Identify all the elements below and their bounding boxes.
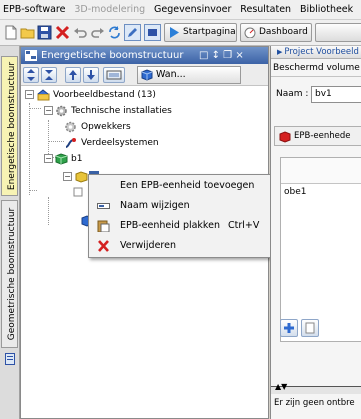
tree-guide-line bbox=[48, 141, 64, 142]
paste-clipboard-icon bbox=[97, 220, 110, 232]
menu-item-epb-toevoegen[interactable]: Een EPB-eenheid toevoegen bbox=[89, 176, 273, 196]
tab-energetische-boomstructuur[interactable]: Energetische boomstructuur bbox=[1, 56, 18, 196]
splitter-arrows-icon: ▲▼ bbox=[275, 382, 288, 391]
panel-title-bar: Energetische boomstructuur □ ↕ ❐ × bbox=[21, 47, 268, 64]
play-arrow-icon bbox=[170, 27, 179, 38]
collapse-all-icon[interactable] bbox=[41, 67, 57, 83]
beschermd-volume-label: Beschermd volume bbox=[273, 63, 360, 73]
tab-geometrische-boomstructuur[interactable]: Geometrische boomstructuur bbox=[1, 200, 18, 348]
new-file-icon[interactable] bbox=[3, 25, 18, 40]
menu-item-label: Verwijderen bbox=[120, 240, 176, 251]
view-toggle-icon[interactable] bbox=[103, 67, 125, 83]
status-message: Er zijn geen ontbre bbox=[274, 398, 355, 408]
menu-item-label: Naam wijzigen bbox=[120, 200, 190, 211]
tree-guide-line bbox=[29, 108, 41, 109]
save-icon[interactable] bbox=[37, 25, 52, 40]
epb-units-list[interactable]: obe1 bbox=[280, 157, 361, 342]
wall-cube-icon bbox=[141, 69, 153, 81]
collapse-toggle[interactable]: − bbox=[25, 90, 34, 99]
wand-label: Wan... bbox=[156, 69, 186, 80]
wand-dropdown[interactable]: Wan... bbox=[137, 66, 241, 84]
list-item[interactable]: obe1 bbox=[284, 187, 306, 197]
collapse-toggle[interactable]: − bbox=[63, 172, 72, 181]
add-unit-button[interactable] bbox=[280, 319, 298, 337]
delete-x-icon bbox=[98, 240, 109, 252]
context-menu: Een EPB-eenheid toevoegen Naam wijzigen … bbox=[88, 174, 274, 258]
gear-icon bbox=[65, 121, 76, 133]
toolbar-overflow-button[interactable] bbox=[315, 23, 361, 42]
tree-guide-line bbox=[48, 197, 49, 225]
splitter-handle[interactable]: ▲▼ bbox=[271, 382, 361, 394]
gear-icon bbox=[56, 105, 67, 117]
menu-item-epb-plakken[interactable]: EPB-eenheid plakken Ctrl+V bbox=[89, 216, 273, 236]
startpagina-label: Startpagina bbox=[183, 27, 236, 37]
collapse-toggle[interactable]: − bbox=[44, 106, 53, 115]
tree-technische-label: Technische installaties bbox=[71, 106, 172, 116]
properties-title[interactable]: ▶ Project Voorbeeld bbox=[271, 46, 361, 59]
menu-gegevensinvoer[interactable]: Gegevensinvoer bbox=[151, 0, 234, 15]
tree-opwekkers-label: Opwekkers bbox=[81, 122, 131, 132]
expand-all-icon[interactable] bbox=[23, 67, 39, 83]
tree-root-label: Voorbeeldbestand (13) bbox=[53, 90, 156, 100]
tree-verdeelsystemen-label: Verdeelsystemen bbox=[81, 138, 159, 148]
menu-item-label: Een EPB-eenheid toevoegen bbox=[120, 180, 255, 191]
unit-cube-icon bbox=[75, 171, 88, 183]
divider bbox=[271, 76, 361, 77]
panel-pin-icon[interactable] bbox=[5, 353, 15, 365]
delete-icon[interactable] bbox=[55, 25, 70, 40]
dashboard-gauge-icon bbox=[244, 27, 256, 38]
tab-energetische-label: Energetische boomstructuur bbox=[7, 61, 17, 191]
panel-window-controls[interactable]: □ ↕ ❐ × bbox=[199, 47, 244, 64]
epb-eenheden-label: EPB-eenhede bbox=[294, 131, 351, 141]
menu-item-naam-wijzigen[interactable]: Naam wijzigen bbox=[89, 196, 273, 216]
project-icon bbox=[37, 89, 50, 101]
building-cube-icon bbox=[55, 153, 68, 165]
child-node-icon[interactable] bbox=[73, 187, 83, 197]
tree-guide-line bbox=[29, 190, 37, 191]
copy-unit-button[interactable] bbox=[301, 319, 319, 337]
panel-title: Energetische boomstructuur bbox=[41, 50, 184, 61]
naam-input[interactable]: bv1 bbox=[311, 86, 361, 103]
window-icon[interactable] bbox=[144, 24, 161, 41]
epb-unit-cube-icon bbox=[279, 131, 291, 143]
rename-field-icon bbox=[97, 203, 110, 209]
undo-icon[interactable] bbox=[73, 25, 88, 40]
menu-item-label: EPB-eenheid plakken bbox=[120, 220, 220, 231]
move-up-icon[interactable] bbox=[65, 67, 81, 83]
list-header bbox=[281, 158, 361, 184]
tree-guide-line bbox=[48, 120, 49, 158]
collapse-toggle[interactable]: − bbox=[44, 154, 53, 163]
naam-label: Naam : bbox=[276, 89, 309, 99]
open-folder-icon[interactable] bbox=[20, 25, 35, 40]
panel-toolbar: Wan... bbox=[21, 64, 268, 86]
redo-icon[interactable] bbox=[90, 25, 105, 40]
menu-bibliotheek[interactable]: Bibliotheek bbox=[297, 0, 356, 15]
menu-item-shortcut: Ctrl+V bbox=[228, 220, 260, 231]
menu-3d-modelering[interactable]: 3D-modelering bbox=[71, 0, 148, 15]
properties-panel: ▶ Project Voorbeeld Beschermd volume Naam… bbox=[270, 46, 361, 419]
menu-item-verwijderen[interactable]: Verwijderen bbox=[89, 236, 273, 256]
menu-bar: EPB-software 3D-modelering Gegevensinvoe… bbox=[0, 0, 361, 20]
dashboard-label: Dashboard bbox=[259, 27, 308, 37]
epb-eenheden-header: EPB-eenhede bbox=[274, 126, 361, 146]
edit-pen-icon[interactable] bbox=[124, 24, 141, 41]
distribution-pipe-icon bbox=[65, 138, 76, 148]
dashboard-button[interactable]: Dashboard bbox=[240, 23, 312, 42]
menu-epb-software[interactable]: EPB-software bbox=[0, 0, 68, 15]
tree-panel-icon bbox=[25, 50, 37, 61]
move-down-icon[interactable] bbox=[83, 67, 99, 83]
left-tab-strip: Energetische boomstructuur Geometrische … bbox=[0, 46, 20, 419]
play-arrow-icon: ▶ bbox=[277, 48, 283, 56]
main-toolbar: Startpagina Dashboard bbox=[0, 20, 361, 46]
refresh-icon[interactable] bbox=[107, 25, 122, 40]
tab-geometrische-label: Geometrische boomstructuur bbox=[7, 207, 17, 341]
menu-resultaten[interactable]: Resultaten bbox=[237, 0, 294, 15]
properties-title-label: Project Voorbeeld bbox=[284, 47, 359, 57]
tree-b1-label: b1 bbox=[71, 154, 83, 164]
startpagina-button[interactable]: Startpagina bbox=[164, 23, 237, 42]
